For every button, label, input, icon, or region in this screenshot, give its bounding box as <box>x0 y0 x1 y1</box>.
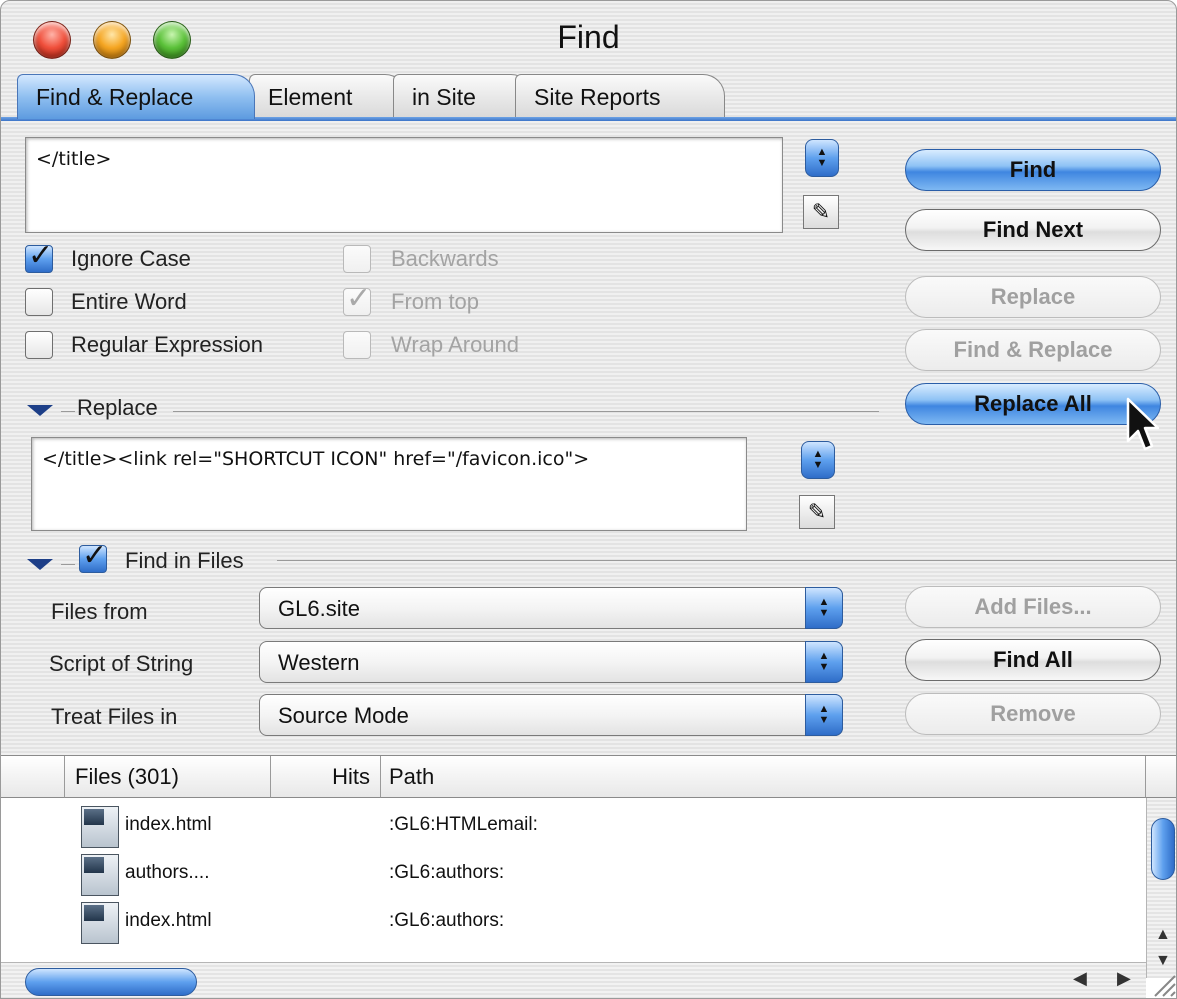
replace-separator <box>173 411 879 412</box>
html-file-icon <box>81 806 119 848</box>
scroll-left-arrow-icon[interactable]: ◀ <box>1073 968 1087 989</box>
from-top-checkbox[interactable]: ✓ <box>343 281 371 316</box>
find-all-button[interactable]: Find All <box>905 639 1161 681</box>
treat-files-in-value: Source Mode <box>278 703 409 728</box>
column-header-hits[interactable]: Hits <box>271 756 381 798</box>
find-button[interactable]: Find <box>905 149 1161 191</box>
ignore-case-label: Ignore Case <box>71 246 191 271</box>
script-of-string-value: Western <box>278 650 360 675</box>
find-in-files-separator-left <box>61 564 75 565</box>
scroll-right-arrow-icon[interactable]: ▶ <box>1117 968 1131 989</box>
replace-section-label: Replace <box>77 395 158 420</box>
replace-text-area[interactable]: </title><link rel="SHORTCUT ICON" href="… <box>31 437 747 531</box>
files-from-popup-arrow-icon: ▲ ▼ <box>805 587 843 629</box>
find-next-button[interactable]: Find Next <box>905 209 1161 251</box>
ignore-case-checkbox[interactable]: ✓ <box>25 238 53 273</box>
treat-files-in-popup[interactable]: Source Mode ▲ ▼ <box>259 694 843 736</box>
remove-button[interactable]: Remove <box>905 693 1161 735</box>
wrap-around-checkbox[interactable] <box>343 331 371 359</box>
files-from-label: Files from <box>51 599 148 624</box>
tab-in-site[interactable]: in Site <box>393 74 533 119</box>
from-top-label: From top <box>391 289 480 314</box>
table-row[interactable]: index.html :GL6:HTMLemail: <box>1 802 1146 850</box>
replace-button[interactable]: Replace <box>905 276 1161 318</box>
find-history-stepper-icon[interactable]: ▲ ▼ <box>805 139 839 177</box>
column-header-corner <box>1146 756 1176 798</box>
title-bar[interactable]: Find <box>1 1 1176 73</box>
backwards-label: Backwards <box>391 246 499 271</box>
vertical-scrollbar[interactable]: ▲ ▼ <box>1146 798 1176 978</box>
table-row[interactable]: authors.... :GL6:authors: <box>1 850 1146 898</box>
row-path: :GL6:authors: <box>389 862 505 883</box>
find-in-files-label: Find in Files <box>125 548 244 573</box>
script-of-string-popup-arrow-icon: ▲ ▼ <box>805 641 843 683</box>
script-of-string-popup[interactable]: Western ▲ ▼ <box>259 641 843 683</box>
files-from-value: GL6.site <box>278 596 360 621</box>
column-header-blank[interactable] <box>1 756 65 798</box>
entire-word-label: Entire Word <box>71 289 187 314</box>
replace-disclosure-icon[interactable] <box>27 405 53 416</box>
find-text: </title> <box>36 148 112 170</box>
row-file-name: index.html <box>125 814 212 835</box>
script-of-string-label: Script of String <box>49 651 194 676</box>
tab-element[interactable]: Element <box>249 74 407 119</box>
find-in-files-checkbox[interactable]: ✓ <box>79 538 107 573</box>
row-file-name: index.html <box>125 910 212 931</box>
row-path: :GL6:HTMLemail: <box>389 814 538 835</box>
entire-word-checkbox[interactable] <box>25 288 53 316</box>
files-from-popup[interactable]: GL6.site ▲ ▼ <box>259 587 843 629</box>
horizontal-scroll-thumb[interactable] <box>25 968 197 996</box>
row-path: :GL6:authors: <box>389 910 505 931</box>
find-in-files-disclosure-icon[interactable] <box>27 559 53 570</box>
find-text-area[interactable]: </title> <box>25 137 783 233</box>
table-row[interactable]: index.html :GL6:authors: <box>1 898 1146 946</box>
scroll-up-arrow-icon[interactable]: ▲ <box>1155 926 1171 944</box>
mouse-pointer-icon <box>1126 397 1159 451</box>
tab-site-reports[interactable]: Site Reports <box>515 74 725 119</box>
backwards-checkbox[interactable] <box>343 245 371 273</box>
find-and-replace-button[interactable]: Find & Replace <box>905 329 1161 371</box>
horizontal-scrollbar[interactable]: ◀ ▶ <box>1 962 1146 998</box>
tab-find-replace[interactable]: Find & Replace <box>17 74 255 119</box>
regular-expression-label: Regular Expression <box>71 332 263 357</box>
find-window: Find Find & Replace Element in Site Site… <box>0 0 1177 999</box>
html-file-icon <box>81 854 119 896</box>
treat-files-in-popup-arrow-icon: ▲ ▼ <box>805 694 843 736</box>
column-header-path[interactable]: Path <box>381 756 1146 798</box>
add-files-button[interactable]: Add Files... <box>905 586 1161 628</box>
html-file-icon <box>81 902 119 944</box>
treat-files-in-label: Treat Files in <box>51 704 178 729</box>
replace-all-button[interactable]: Replace All <box>905 383 1161 425</box>
find-in-files-separator <box>277 560 1176 561</box>
resize-grip-icon[interactable] <box>1149 966 1177 998</box>
replace-text: </title><link rel="SHORTCUT ICON" href="… <box>42 448 590 470</box>
replace-separator-left <box>61 411 75 412</box>
replace-history-stepper-icon[interactable]: ▲ ▼ <box>801 441 835 479</box>
window-title: Find <box>557 19 620 55</box>
find-pencil-icon[interactable]: ✎ <box>803 195 839 229</box>
wrap-around-label: Wrap Around <box>391 332 520 357</box>
column-header-files[interactable]: Files (301) <box>65 756 271 798</box>
regular-expression-checkbox[interactable] <box>25 331 53 359</box>
vertical-scroll-thumb[interactable] <box>1151 818 1175 880</box>
row-file-name: authors.... <box>125 862 210 883</box>
replace-pencil-icon[interactable]: ✎ <box>799 495 835 529</box>
